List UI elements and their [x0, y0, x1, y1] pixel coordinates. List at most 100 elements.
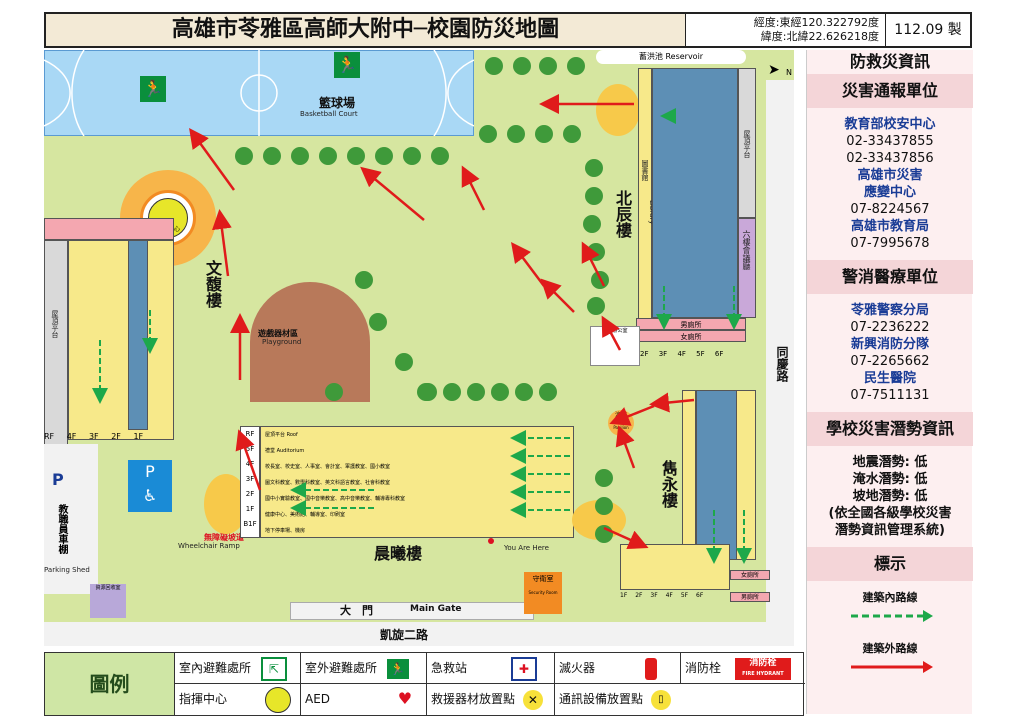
outdoor-route-label: 建築外路線 — [862, 642, 918, 655]
comm-device-icon: ▯ — [650, 689, 671, 710]
legend-label: 滅火器 — [559, 661, 596, 675]
panel-line: 07-2265662 — [850, 354, 930, 369]
report-header: 災害通報單位 — [807, 74, 973, 108]
outdoor-route-arrow — [601, 315, 622, 351]
outdoor-route-arrow — [189, 127, 236, 191]
panel-line: 02-33437856 — [846, 151, 934, 166]
campus-map: 籃球場 Basketball Court 🏃 🏃 蓄洪池 Reservoir ➤… — [44, 50, 794, 646]
command-center-icon — [264, 686, 291, 713]
panel-line: 07-7511131 — [850, 388, 930, 403]
panel-line: 07-7995678 — [850, 236, 930, 251]
legend-label: 指揮中心 — [179, 692, 228, 706]
panel-line: 高雄市教育局 — [850, 219, 929, 234]
legend-label: 室外避難處所 — [305, 661, 378, 675]
legend-item: 急救站 ✚ — [427, 653, 555, 684]
outdoor-shelter-icon: 🏃 — [386, 658, 409, 679]
tree — [513, 57, 531, 75]
hydrant-en: FIRE HYDRANT — [742, 670, 784, 677]
tree — [563, 125, 581, 143]
aed-icon: ♥ — [397, 688, 413, 708]
hazard-line: 潛勢資訊管理系統) — [835, 523, 945, 538]
hazard-list: 地震潛勢: 低淹水潛勢: 低坡地潛勢: 低 (依全國各級學校災害 潛勢資訊管理系統) — [807, 446, 972, 547]
tree — [587, 297, 605, 315]
legend-item: AED ♥ — [301, 684, 427, 715]
tree — [291, 147, 309, 165]
outdoor-route-icon — [851, 661, 933, 673]
tree — [585, 159, 603, 177]
hazard-line: (依全國各級學校災害 — [828, 506, 952, 521]
header-bar: 高雄市苓雅區高師大附中─校園防災地圖 經度:東經120.322792度 緯度:北… — [44, 12, 972, 48]
hazard-line: 地震潛勢: 低 — [852, 455, 928, 470]
legend-item: 室外避難處所 🏃 — [301, 653, 427, 684]
tree — [515, 383, 533, 401]
outdoor-route-arrow — [609, 404, 655, 426]
outdoor-route-arrow — [360, 166, 425, 221]
tree — [539, 383, 557, 401]
fire-hydrant-icon: 消防栓 FIRE HYDRANT — [734, 657, 791, 680]
tree — [467, 383, 485, 401]
outdoor-route-arrow — [212, 209, 232, 277]
tree — [263, 147, 281, 165]
panel-line: 新興消防分隊 — [850, 337, 929, 352]
version-label: 112.09 製 — [894, 22, 962, 38]
legend: 圖例 室內避難處所 ⇱ 室外避難處所 🏃 急救站 ✚ 滅火器 消防栓 消防栓 FI… — [44, 652, 805, 716]
signs-header: 標示 — [807, 547, 973, 581]
legend-label: 通訊設備放置點 — [559, 692, 644, 706]
tree — [485, 57, 503, 75]
outdoor-route-arrow — [461, 165, 486, 211]
tree — [375, 147, 393, 165]
outdoor-route-arrow — [511, 242, 545, 287]
panel-line: 教育部校安中心 — [844, 117, 936, 132]
outdoor-route-arrow — [615, 425, 636, 469]
legend-item: 救援器材放置點 ✕ — [427, 684, 555, 715]
panel-line: 02-33437855 — [846, 134, 934, 149]
indoor-route-label: 建築內路線 — [862, 591, 918, 604]
first-aid-icon: ✚ — [510, 656, 537, 681]
outdoor-route-arrow — [235, 429, 262, 491]
panel-title: 防救災資訊 — [807, 50, 973, 74]
panel-line: 高雄市災害 — [857, 168, 923, 183]
info-panel: 防救災資訊 災害通報單位 教育部校安中心 02-33437855 02-334378… — [806, 50, 973, 714]
tree — [369, 313, 387, 331]
coordinates: 經度:東經120.322792度 緯度:北緯22.626218度 — [686, 14, 886, 46]
panel-line: 07-8224567 — [850, 202, 930, 217]
legend-label: 消防栓 — [685, 661, 722, 675]
hazard-line: 坡地潛勢: 低 — [852, 489, 928, 504]
hazard-header: 學校災害潛勢資訊 — [807, 412, 973, 446]
legend-item: 指揮中心 — [175, 684, 301, 715]
tree — [479, 125, 497, 143]
tree — [431, 147, 449, 165]
report-list: 教育部校安中心 02-33437855 02-33437856 高雄市災害應變中心 07… — [807, 108, 972, 260]
tree — [595, 469, 613, 487]
outdoor-route-arrow — [540, 278, 575, 313]
tree — [595, 525, 613, 543]
tree — [491, 383, 509, 401]
tree — [443, 383, 461, 401]
rescue-tools-icon: ✕ — [522, 689, 543, 710]
panel-line: 苓雅警察分局 — [850, 303, 929, 318]
tree — [583, 215, 601, 233]
legend-title: 圖例 — [45, 653, 175, 715]
outdoor-route-arrow — [649, 392, 695, 413]
legend-item: 消防栓 消防栓 FIRE HYDRANT — [681, 653, 805, 684]
fire-extinguisher-icon — [644, 657, 657, 680]
police-list: 苓雅警察分局 07-2236222 新興消防分隊 07-2265662 民生醫院 07-7… — [807, 294, 972, 412]
legend-item: 室內避難處所 ⇱ — [175, 653, 301, 684]
police-header: 警消醫療單位 — [807, 260, 973, 294]
tree — [395, 353, 413, 371]
hydrant-text: 消防栓 — [749, 657, 777, 668]
tree — [595, 497, 613, 515]
legend-label: 急救站 — [431, 661, 468, 675]
tree — [347, 147, 365, 165]
tree — [539, 57, 557, 75]
indoor-shelter-icon: ⇱ — [260, 656, 287, 681]
map-title: 高雄市苓雅區高師大附中─校園防災地圖 — [46, 14, 686, 46]
panel-line: 應變中心 — [863, 185, 916, 200]
legend-label: 救援器材放置點 — [431, 692, 516, 706]
tree — [403, 147, 421, 165]
tree — [567, 57, 585, 75]
legend-label: AED — [305, 692, 331, 706]
indoor-route-icon — [851, 610, 933, 622]
legend-item: 通訊設備放置點 ▯ — [555, 684, 805, 715]
tree — [355, 271, 373, 289]
